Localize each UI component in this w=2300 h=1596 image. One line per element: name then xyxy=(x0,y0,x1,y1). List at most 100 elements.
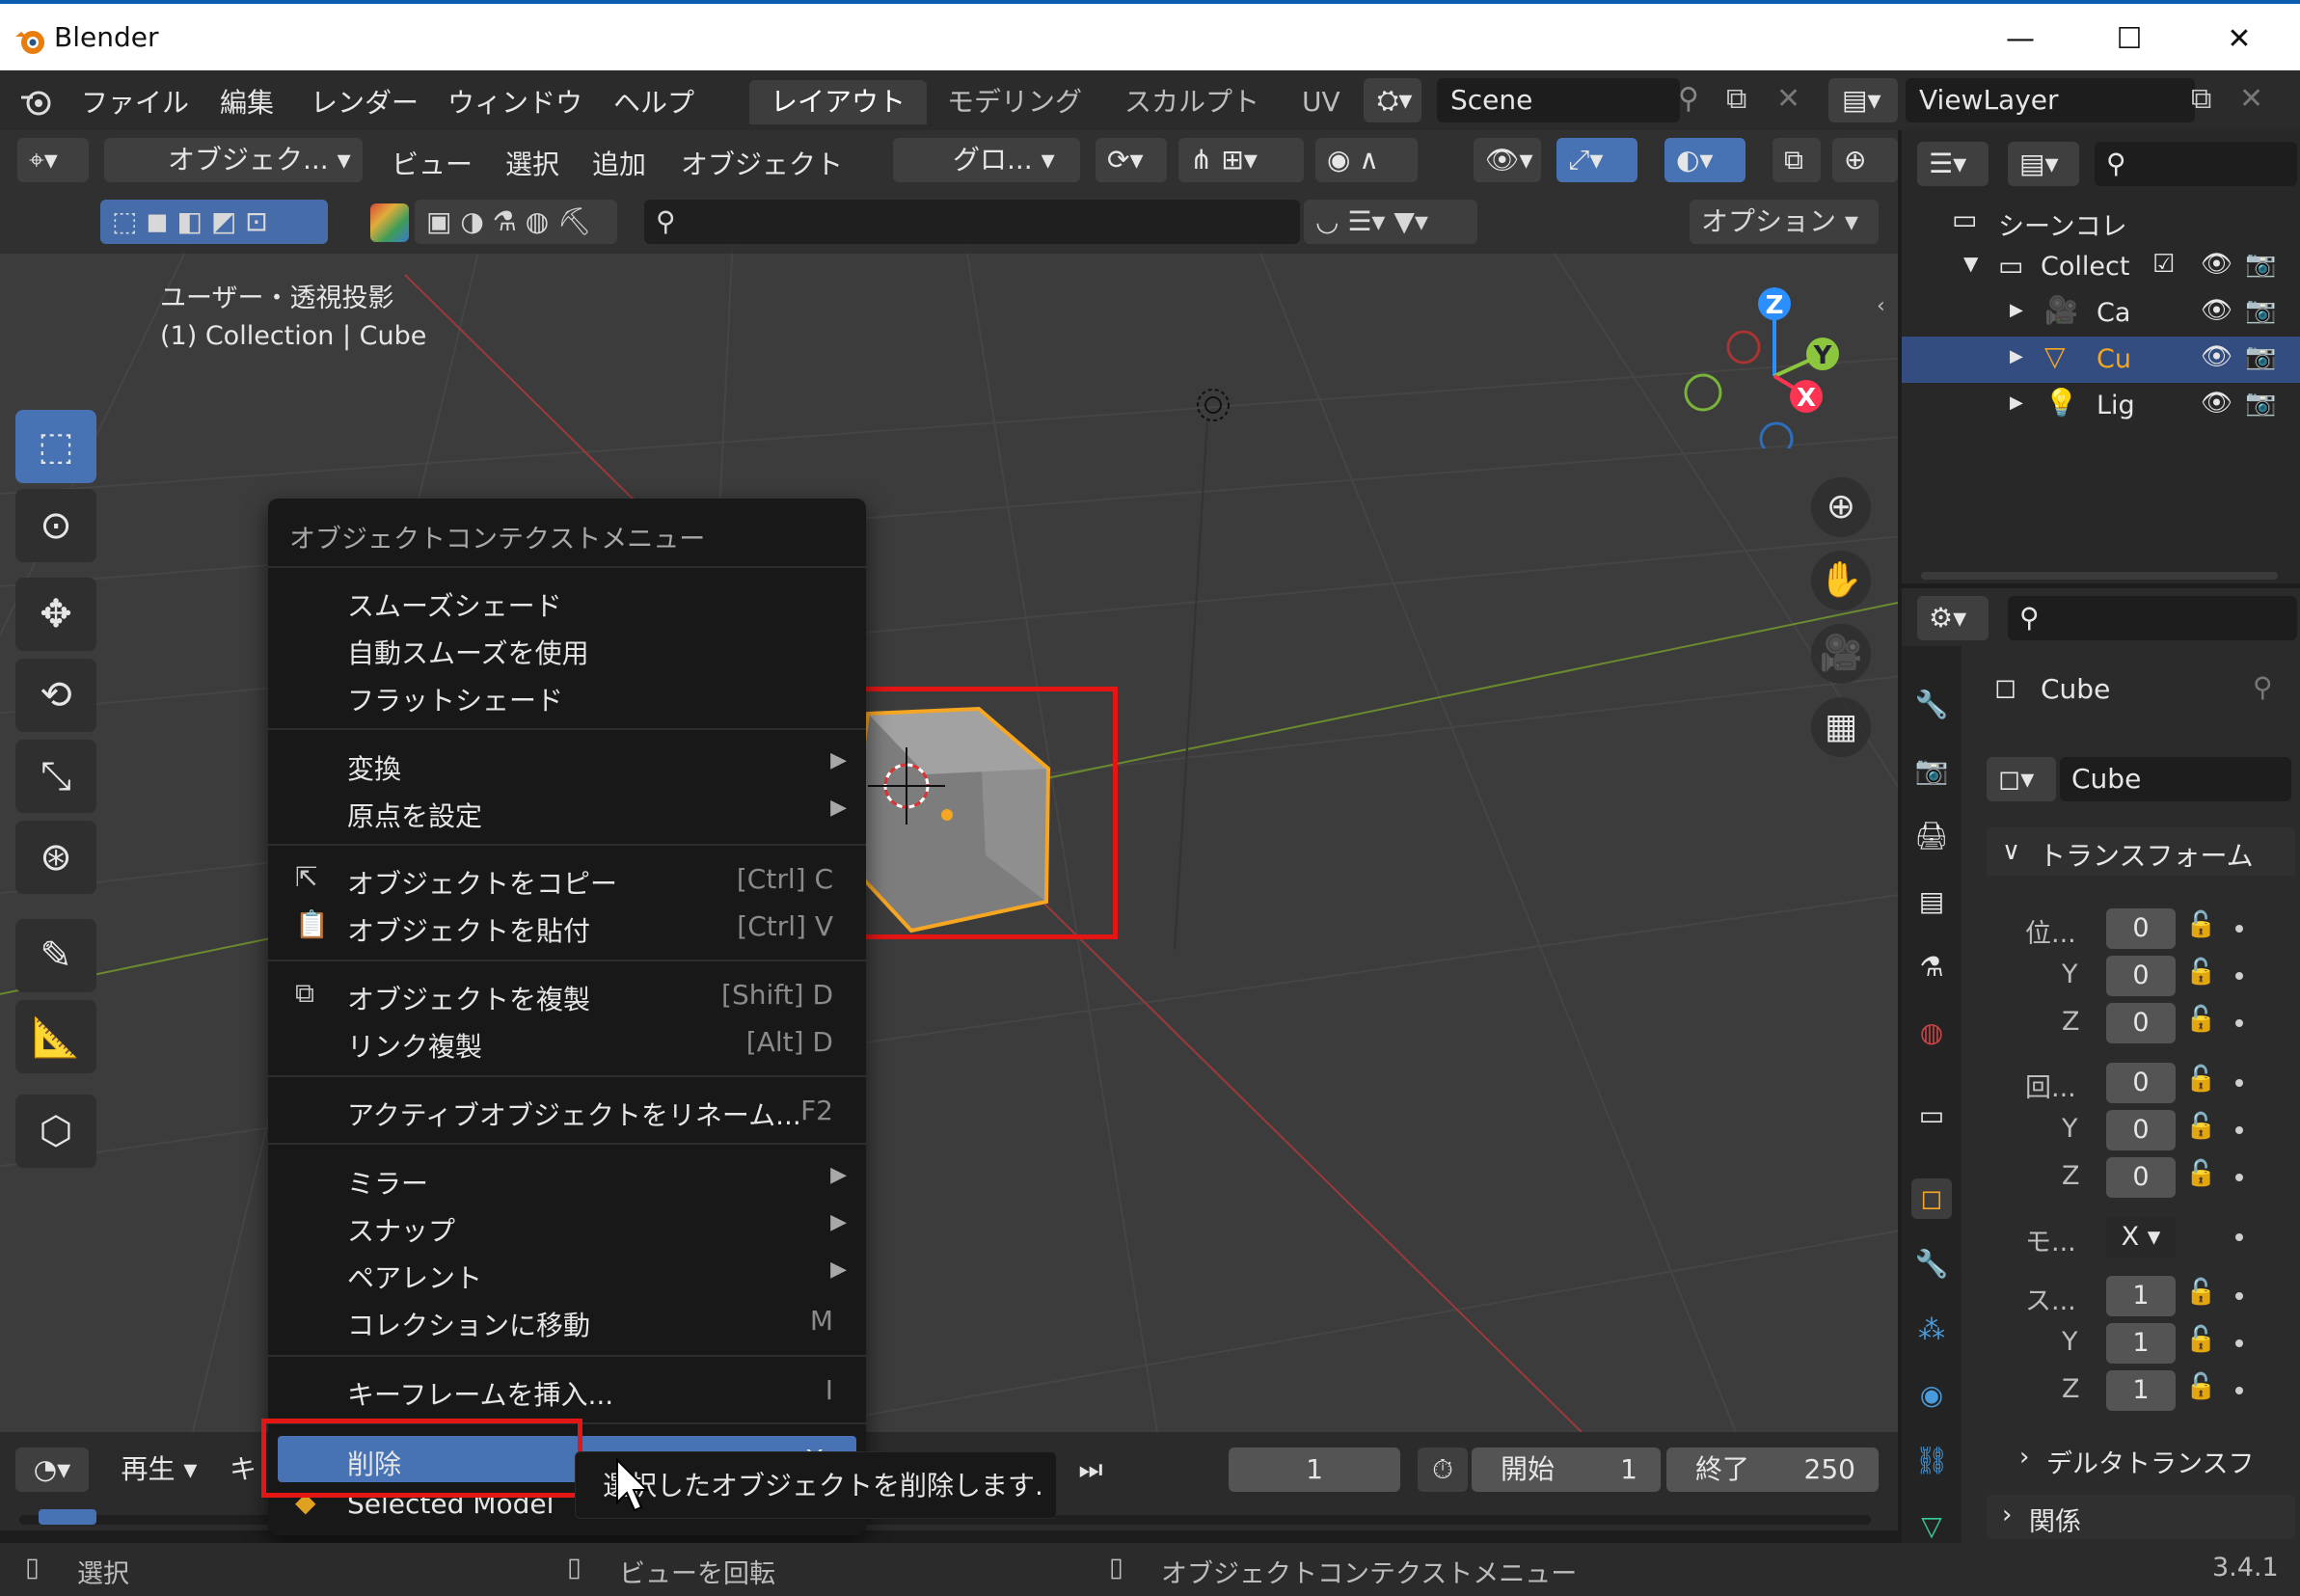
object-tab-icon[interactable]: ◻ xyxy=(1911,1178,1952,1219)
tab-modeling[interactable]: モデリング xyxy=(926,80,1103,124)
menu-item-move-to-collection[interactable]: コレクションに移動 M xyxy=(268,1297,866,1343)
delete-scene-icon[interactable]: ✕ xyxy=(1776,82,1800,116)
camera-render-icon[interactable]: 📷 xyxy=(2245,296,2276,325)
object-browse-icon[interactable]: ◻▾ xyxy=(1987,757,2056,801)
viewlayer-browse-icon[interactable]: ▤▾ xyxy=(1828,78,1898,122)
maximize-button[interactable]: ☐ xyxy=(2091,15,2168,64)
modifier-tab-icon[interactable]: 🔧 xyxy=(1911,1244,1952,1285)
minimize-button[interactable]: — xyxy=(1982,15,2059,64)
render-tab-icon[interactable]: 📷 xyxy=(1911,750,1952,791)
menu-item-auto-smooth[interactable]: 自動スムーズを使用 xyxy=(268,625,866,671)
options-dropdown[interactable]: オプション ▾ xyxy=(1690,200,1879,244)
overlay-toggle-icon[interactable]: ◐▾ xyxy=(1664,138,1745,182)
lock-icon[interactable]: 🔓 xyxy=(2185,1005,2216,1034)
transform-panel-header[interactable]: ∨ トランスフォーム xyxy=(1987,827,2295,876)
menu-help[interactable]: ヘルプ xyxy=(613,82,694,121)
camera-render-icon[interactable]: 📷 xyxy=(2245,250,2276,279)
snap-icon[interactable]: ⋔ ⊞▾ xyxy=(1178,138,1304,182)
world-tab-icon[interactable]: ◍ xyxy=(1911,1013,1952,1053)
playback-menu[interactable]: 再生 ▾ xyxy=(106,1447,212,1492)
pin-icon[interactable]: ⚲ xyxy=(2253,671,2273,703)
scale-y-field[interactable]: 1 xyxy=(2106,1323,2176,1364)
keyframe-dot-icon[interactable] xyxy=(2235,1387,2243,1394)
lock-icon[interactable]: 🔓 xyxy=(2185,910,2216,939)
menu-item-set-origin[interactable]: 原点を設定 ▶ xyxy=(268,788,866,834)
rotation-mode-dropdown[interactable]: X ▾ xyxy=(2106,1217,2176,1258)
menu-item-paste-objects[interactable]: 📋 オブジェクトを貼付 [Ctrl] V xyxy=(268,903,866,949)
keyframe-dot-icon[interactable] xyxy=(2235,1339,2243,1347)
keyframe-dot-icon[interactable] xyxy=(2235,1233,2243,1241)
menu-select[interactable]: 選択 xyxy=(505,144,559,182)
proportional-edit-icon[interactable]: ◉ ∧ xyxy=(1315,138,1418,182)
color-cube-icon[interactable] xyxy=(370,203,409,242)
menu-render[interactable]: レンダー xyxy=(311,82,419,121)
sidebar-toggle-icon[interactable]: ‹ xyxy=(1877,294,1885,318)
lock-icon[interactable]: 🔓 xyxy=(2185,958,2216,987)
gizmo-toggle-icon[interactable]: ⤢▾ xyxy=(1556,138,1637,182)
location-x-field[interactable]: 0 xyxy=(2106,908,2176,949)
keyframe-dot-icon[interactable] xyxy=(2235,1019,2243,1027)
rotation-x-field[interactable]: 0 xyxy=(2106,1063,2176,1103)
outliner-collection[interactable]: ▼ ▭ Collect ☑ 👁 📷 xyxy=(1902,244,2300,290)
select-mode-icons[interactable]: ⬚ ◼ ◧ ◩ ⊡ xyxy=(100,200,328,244)
measure-tool-icon[interactable]: 📐 xyxy=(15,1000,96,1073)
rotation-y-field[interactable]: 0 xyxy=(2106,1110,2176,1150)
mode-selector[interactable]: オブジェク... ▾ xyxy=(104,138,363,182)
menu-item-duplicate-linked[interactable]: リンク複製 [Alt] D xyxy=(268,1018,866,1065)
move-tool-icon[interactable]: ✥ xyxy=(15,578,96,651)
pan-hand-icon[interactable]: ✋ xyxy=(1811,551,1871,610)
object-name-field[interactable]: Cube xyxy=(2060,757,2291,801)
menu-file[interactable]: ファイル xyxy=(81,82,189,121)
tab-uv[interactable]: UV xyxy=(1281,80,1362,124)
scale-tool-icon[interactable]: ⤡ xyxy=(15,740,96,813)
view-layer-tab-icon[interactable]: ▤ xyxy=(1911,881,1952,922)
menu-item-rename-active[interactable]: アクティブオブジェクトをリネーム... F2 xyxy=(268,1087,866,1133)
xray-icon[interactable]: ⧉ xyxy=(1772,138,1821,182)
menu-window[interactable]: ウィンドウ xyxy=(447,82,582,121)
annotate-tool-icon[interactable]: ✎ xyxy=(15,919,96,992)
display-mode-icon[interactable]: ▤▾ xyxy=(2008,142,2079,186)
tab-sculpt[interactable]: スカルプト xyxy=(1103,80,1281,124)
particles-tab-icon[interactable]: ⁂ xyxy=(1911,1310,1952,1350)
keyframe-dot-icon[interactable] xyxy=(2235,972,2243,980)
zoom-icon[interactable]: ⊕ xyxy=(1811,477,1871,537)
lock-icon[interactable]: 🔓 xyxy=(2185,1372,2216,1401)
expand-arrow-icon[interactable]: ▼ xyxy=(1963,252,1978,275)
menu-item-insert-keyframe[interactable]: キーフレームを挿入... I xyxy=(268,1366,866,1413)
close-button[interactable]: ✕ xyxy=(2201,15,2278,64)
delta-transform-header[interactable]: › デルタトランスフ xyxy=(1987,1437,2295,1481)
menu-item-duplicate[interactable]: ⧉ オブジェクトを複製 [Shift] D xyxy=(268,971,866,1017)
outliner-search-input[interactable]: ⚲ xyxy=(2095,142,2297,186)
outliner-scene-collection[interactable]: ▭ シーンコレ xyxy=(1902,198,2300,244)
scale-x-field[interactable]: 1 xyxy=(2106,1276,2176,1316)
navigation-gizmo[interactable]: Z Y X xyxy=(1668,275,1861,448)
visibility-icon[interactable]: 👁▾ xyxy=(1474,138,1541,182)
lock-icon[interactable]: 🔓 xyxy=(2185,1325,2216,1354)
eye-icon[interactable]: 👁 xyxy=(2201,342,2232,371)
playhead-indicator[interactable] xyxy=(39,1509,96,1525)
properties-editor-icon[interactable]: ⚙▾ xyxy=(1917,596,1989,640)
lock-icon[interactable]: 🔓 xyxy=(2185,1065,2216,1094)
lock-icon[interactable]: 🔓 xyxy=(2185,1159,2216,1188)
keyframe-dot-icon[interactable] xyxy=(2235,1174,2243,1181)
menu-item-flat-shade[interactable]: フラットシェード xyxy=(268,672,866,718)
outliner-item-camera[interactable]: ▶ 🎥 Ca 👁 📷 xyxy=(1902,290,2300,337)
collection-tab-icon[interactable]: ▭ xyxy=(1911,1096,1952,1136)
menu-item-parent[interactable]: ペアレント ▶ xyxy=(268,1250,866,1296)
search-input[interactable]: ⚲ xyxy=(644,200,1300,244)
relations-header[interactable]: › 関係 xyxy=(1987,1495,2295,1539)
menu-object[interactable]: オブジェクト xyxy=(681,144,843,182)
constraints-tab-icon[interactable]: ⛓ xyxy=(1911,1441,1952,1481)
lock-icon[interactable]: 🔓 xyxy=(2185,1112,2216,1141)
tool-tab-icon[interactable]: 🔧 xyxy=(1911,685,1952,725)
data-tab-icon[interactable]: ▽ xyxy=(1911,1506,1952,1547)
shading-wireframe-icon[interactable]: ⊕ xyxy=(1832,138,1898,182)
new-scene-icon[interactable]: ⧉ xyxy=(1726,82,1746,116)
physics-tab-icon[interactable]: ◉ xyxy=(1911,1375,1952,1416)
pin-scene-icon[interactable]: ⚲ xyxy=(1678,82,1699,116)
scene-name-field[interactable]: Scene xyxy=(1437,78,1680,122)
keying-menu[interactable]: キ xyxy=(224,1447,262,1492)
outliner-editor-icon[interactable]: ☰▾ xyxy=(1917,142,1989,186)
location-z-field[interactable]: 0 xyxy=(2106,1003,2176,1043)
delete-viewlayer-icon[interactable]: ✕ xyxy=(2239,82,2263,116)
